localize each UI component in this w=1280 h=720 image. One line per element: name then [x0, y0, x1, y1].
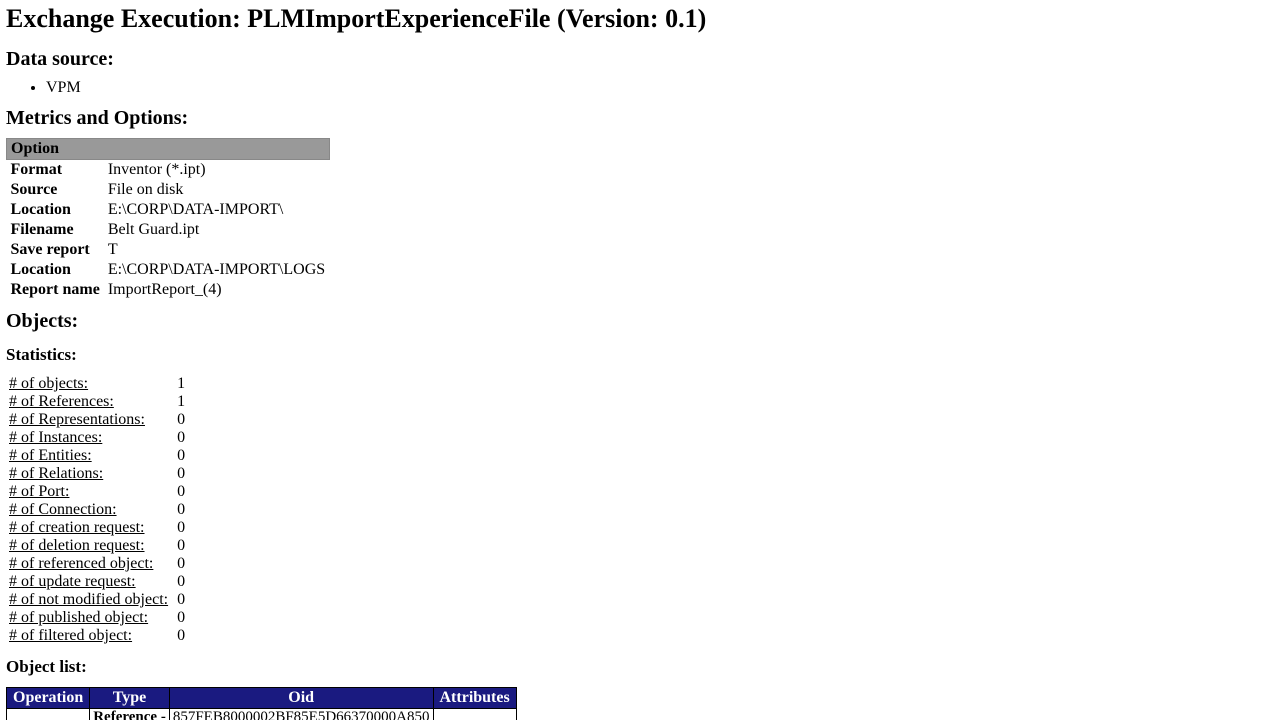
section-objects: Objects:	[6, 310, 1274, 333]
stat-label: # of Port:	[6, 483, 174, 501]
stat-value: 0	[174, 609, 188, 627]
option-label: Location	[7, 200, 104, 220]
stat-value: 0	[174, 591, 188, 609]
cell-attributes	[433, 709, 516, 720]
table-row: # of References:1	[6, 393, 188, 411]
cell-type: Reference -	[90, 709, 170, 720]
stat-label: # of objects:	[6, 375, 174, 393]
option-value: File on disk	[104, 180, 329, 200]
stat-value: 0	[174, 483, 188, 501]
table-row: # of Connection:0	[6, 501, 188, 519]
page-title: Exchange Execution: PLMImportExperienceF…	[6, 4, 1274, 34]
stat-label: # of referenced object:	[6, 555, 174, 573]
option-label: Filename	[7, 220, 104, 240]
options-table: Option Format Inventor (*.ipt) Source Fi…	[6, 138, 330, 300]
stat-label: # of Instances:	[6, 429, 174, 447]
col-operation: Operation	[7, 688, 90, 709]
stat-value: 0	[174, 627, 188, 645]
table-row: Filename Belt Guard.ipt	[7, 220, 330, 240]
options-header: Option	[7, 139, 330, 160]
option-label: Save report	[7, 240, 104, 260]
col-type: Type	[90, 688, 170, 709]
stat-label: # of Entities:	[6, 447, 174, 465]
stat-value: 0	[174, 519, 188, 537]
table-row: # of referenced object:0	[6, 555, 188, 573]
table-row: # of Entities:0	[6, 447, 188, 465]
stat-label: # of published object:	[6, 609, 174, 627]
section-statistics: Statistics:	[6, 345, 1274, 365]
stat-value: 0	[174, 429, 188, 447]
stat-value: 0	[174, 501, 188, 519]
option-label: Report name	[7, 280, 104, 300]
option-value: Inventor (*.ipt)	[104, 160, 329, 181]
option-label: Location	[7, 260, 104, 280]
stat-label: # of filtered object:	[6, 627, 174, 645]
stat-value: 0	[174, 537, 188, 555]
stat-label: # of Relations:	[6, 465, 174, 483]
table-row: # of objects:1	[6, 375, 188, 393]
table-row: # of Relations:0	[6, 465, 188, 483]
section-data-source: Data source:	[6, 48, 1274, 71]
table-header-row: Operation Type Oid Attributes	[7, 688, 517, 709]
stat-label: # of Representations:	[6, 411, 174, 429]
col-oid: Oid	[169, 688, 433, 709]
table-row: Format Inventor (*.ipt)	[7, 160, 330, 181]
table-row: # of deletion request:0	[6, 537, 188, 555]
table-row: # of not modified object:0	[6, 591, 188, 609]
section-object-list: Object list:	[6, 657, 1274, 677]
stat-label: # of deletion request:	[6, 537, 174, 555]
section-metrics: Metrics and Options:	[6, 107, 1274, 130]
stat-value: 1	[174, 393, 188, 411]
option-label: Format	[7, 160, 104, 181]
stat-value: 0	[174, 447, 188, 465]
table-row: Report name ImportReport_(4)	[7, 280, 330, 300]
data-source-list: VPM	[30, 79, 1274, 97]
stat-value: 0	[174, 573, 188, 591]
table-row: Source File on disk	[7, 180, 330, 200]
stats-table: # of objects:1 # of References:1 # of Re…	[6, 375, 188, 645]
option-value: ImportReport_(4)	[104, 280, 329, 300]
table-row: Reference - 857FEB8000002BF85E5D66370000…	[7, 709, 517, 720]
data-source-item: VPM	[46, 79, 1274, 97]
table-row: # of published object:0	[6, 609, 188, 627]
cell-operation	[7, 709, 90, 720]
stat-value: 0	[174, 411, 188, 429]
stat-label: # of creation request:	[6, 519, 174, 537]
stat-label: # of Connection:	[6, 501, 174, 519]
table-row: Save report T	[7, 240, 330, 260]
option-label: Source	[7, 180, 104, 200]
object-list-table: Operation Type Oid Attributes Reference …	[6, 687, 517, 720]
col-attributes: Attributes	[433, 688, 516, 709]
stat-label: # of not modified object:	[6, 591, 174, 609]
table-row: # of update request:0	[6, 573, 188, 591]
table-row: # of Port:0	[6, 483, 188, 501]
table-row: Location E:\CORP\DATA-IMPORT\LOGS	[7, 260, 330, 280]
table-row: # of creation request:0	[6, 519, 188, 537]
option-value: Belt Guard.ipt	[104, 220, 329, 240]
table-row: # of Instances:0	[6, 429, 188, 447]
cell-oid: 857FEB8000002BF85E5D66370000A850	[169, 709, 433, 720]
option-value: T	[104, 240, 329, 260]
table-row: # of Representations:0	[6, 411, 188, 429]
stat-label: # of References:	[6, 393, 174, 411]
stat-value: 0	[174, 555, 188, 573]
stat-value: 0	[174, 465, 188, 483]
table-row: # of filtered object:0	[6, 627, 188, 645]
stat-value: 1	[174, 375, 188, 393]
option-value: E:\CORP\DATA-IMPORT\	[104, 200, 329, 220]
option-value: E:\CORP\DATA-IMPORT\LOGS	[104, 260, 329, 280]
stat-label: # of update request:	[6, 573, 174, 591]
table-row: Location E:\CORP\DATA-IMPORT\	[7, 200, 330, 220]
